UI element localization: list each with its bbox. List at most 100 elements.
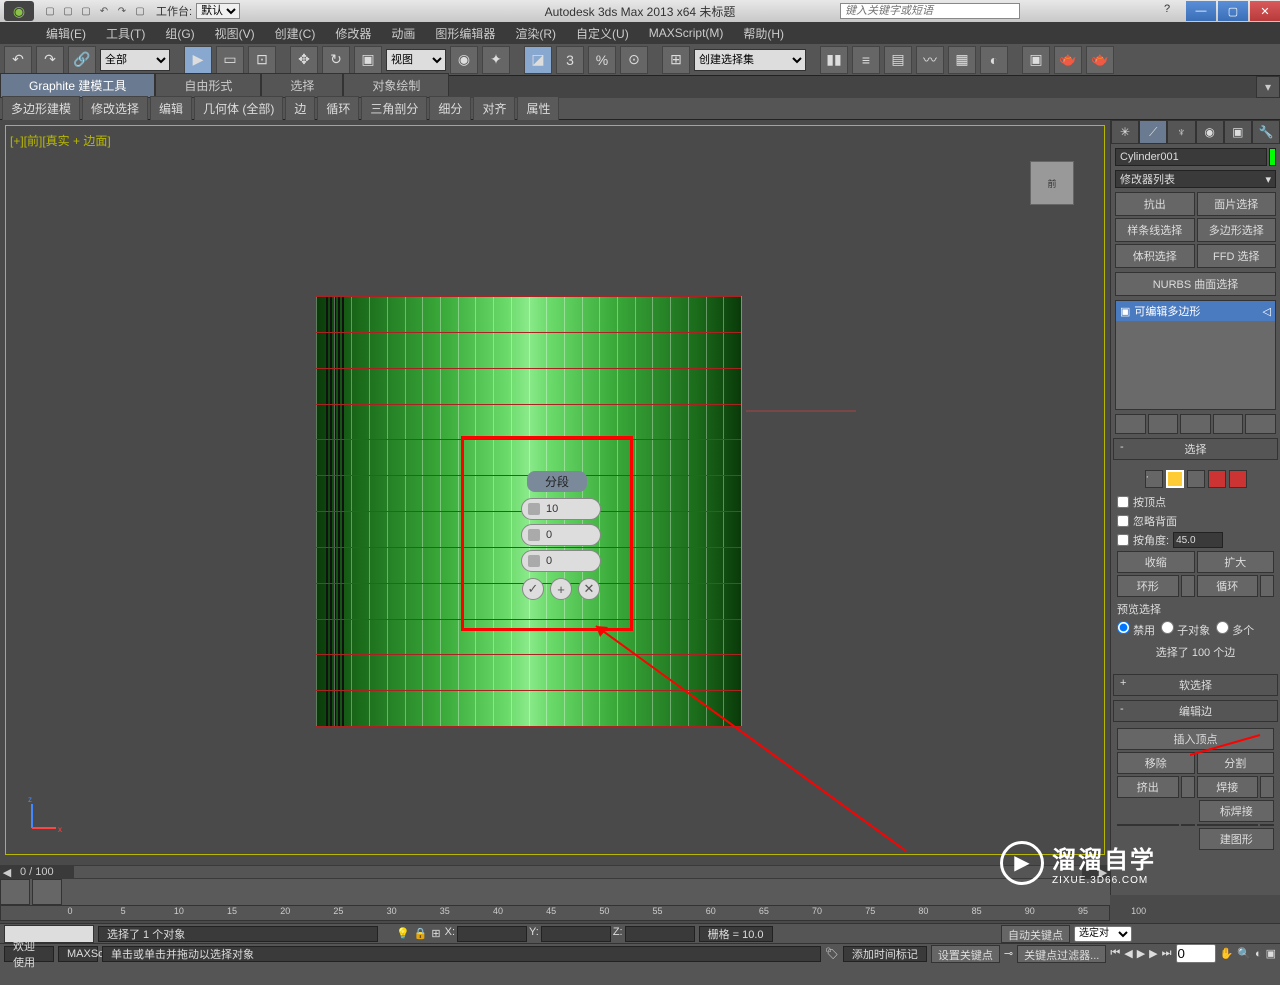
menu-animation[interactable]: 动画	[385, 23, 421, 44]
menu-help[interactable]: 帮助(H)	[737, 23, 790, 44]
percent-snap-button[interactable]: %	[588, 46, 616, 74]
refcoord-dropdown[interactable]: 视图	[386, 49, 446, 71]
named-selection-dropdown[interactable]: 创建选择集	[694, 49, 806, 71]
caddy-ok-button[interactable]: ✓	[522, 578, 544, 600]
tab-graphite[interactable]: Graphite 建模工具	[0, 73, 155, 98]
make-unique-button[interactable]	[1180, 414, 1211, 434]
tab-motion-icon[interactable]: ◉	[1196, 120, 1224, 144]
menu-view[interactable]: 视图(V)	[209, 23, 261, 44]
y-coord-input[interactable]	[541, 926, 611, 942]
open-icon[interactable]: ▢	[60, 3, 76, 19]
ribbon-collapse-icon[interactable]: ▾	[1256, 76, 1280, 98]
tab-create-icon[interactable]: ✳	[1111, 120, 1139, 144]
nav-pan-icon[interactable]: ✋	[1220, 947, 1234, 960]
pin-stack-button[interactable]	[1115, 414, 1146, 434]
grp-geometry[interactable]: 几何体 (全部)	[194, 96, 283, 121]
btn-vol-select[interactable]: 体积选择	[1115, 244, 1195, 268]
maxscript-label[interactable]: MAXSc	[58, 946, 98, 962]
grp-loops[interactable]: 循环	[317, 96, 359, 121]
caddy-field-3[interactable]: 0	[521, 550, 601, 572]
btn-spline-select[interactable]: 样条线选择	[1115, 218, 1195, 242]
menu-modifiers[interactable]: 修改器	[329, 23, 377, 44]
menu-render[interactable]: 渲染(R)	[509, 23, 562, 44]
btn-patch-select[interactable]: 面片选择	[1197, 192, 1277, 216]
tab-display-icon[interactable]: ▣	[1224, 120, 1252, 144]
menu-edit[interactable]: 编辑(E)	[40, 23, 92, 44]
modifier-stack[interactable]: ▣ 可编辑多边形 ◁	[1115, 300, 1276, 410]
show-result-button[interactable]	[1148, 414, 1179, 434]
schematic-button[interactable]: ▦	[948, 46, 976, 74]
caddy-field-2[interactable]: 0	[521, 524, 601, 546]
nav-max-icon[interactable]: ▣	[1266, 947, 1276, 960]
key-filters-button[interactable]: 关键点过滤器...	[1017, 945, 1106, 963]
minimize-button[interactable]: —	[1186, 1, 1216, 21]
help-search-input[interactable]	[840, 3, 1020, 19]
layers-button[interactable]: ▤	[884, 46, 912, 74]
spinner-snap-button[interactable]: ⊙	[620, 46, 648, 74]
vertex-mode-icon[interactable]: ·	[1145, 470, 1163, 488]
radio-subobj[interactable]: 子对象	[1161, 621, 1210, 638]
extrude-settings-icon[interactable]	[1181, 776, 1195, 798]
viewport-label[interactable]: [+][前][真实 + 边面]	[10, 132, 111, 149]
weld-button[interactable]: 焊接	[1197, 776, 1259, 798]
select-button[interactable]: ▶	[184, 46, 212, 74]
menu-grapheditors[interactable]: 图形编辑器	[429, 23, 501, 44]
render-frame-button[interactable]: 🫖	[1054, 46, 1082, 74]
object-name-input[interactable]	[1115, 148, 1267, 166]
viewcube[interactable]: 前	[1030, 161, 1074, 205]
snap-toggle-button[interactable]: ◪	[524, 46, 552, 74]
lock2-icon[interactable]: 🔒	[414, 927, 428, 940]
set-key-button[interactable]: 设置关键点	[931, 945, 1000, 963]
goto-end-icon[interactable]: ⏭	[1162, 947, 1172, 960]
scroll-left-icon[interactable]: ◀	[0, 866, 14, 879]
rollout-softsel-header[interactable]: +软选择	[1113, 674, 1278, 696]
named-sel-button[interactable]: ⊞	[662, 46, 690, 74]
poly-mode-icon[interactable]	[1208, 470, 1226, 488]
x-coord-input[interactable]	[457, 926, 527, 942]
tab-hierarchy-icon[interactable]: ♆	[1167, 120, 1195, 144]
render-setup-button[interactable]: ▣	[1022, 46, 1050, 74]
rollout-selection-header[interactable]: -选择	[1113, 438, 1278, 460]
app-logo-icon[interactable]: ◉	[4, 1, 34, 21]
manip-button[interactable]: ✦	[482, 46, 510, 74]
track-config-icon[interactable]	[0, 879, 30, 905]
configure-button[interactable]	[1245, 414, 1276, 434]
save-icon[interactable]: ▢	[78, 3, 94, 19]
menu-create[interactable]: 创建(C)	[269, 23, 322, 44]
border-mode-icon[interactable]	[1187, 470, 1205, 488]
btn-ffd-select[interactable]: FFD 选择	[1197, 244, 1277, 268]
object-color-swatch[interactable]	[1269, 148, 1276, 166]
btn-extrude[interactable]: 抗出	[1115, 192, 1195, 216]
btn-nurbs[interactable]: NURBS 曲面选择	[1115, 272, 1276, 296]
next-frame-icon[interactable]: ▶	[1149, 947, 1157, 960]
window-crossing-button[interactable]: ⊡	[248, 46, 276, 74]
scale-button[interactable]: ▣	[354, 46, 382, 74]
stack-item-editable-poly[interactable]: ▣ 可编辑多边形 ◁	[1116, 301, 1275, 321]
grp-poly-modeling[interactable]: 多边形建模	[2, 96, 80, 121]
selection-filter-dropdown[interactable]: 全部	[100, 49, 170, 71]
move-button[interactable]: ✥	[290, 46, 318, 74]
modifier-list-dropdown[interactable]: 修改器列表▾	[1115, 170, 1276, 188]
curve-editor-button[interactable]: 〰	[916, 46, 944, 74]
edge-mode-icon[interactable]	[1166, 470, 1184, 488]
grp-subdiv[interactable]: 细分	[429, 96, 471, 121]
expand-icon[interactable]: ▣	[1120, 305, 1130, 318]
grp-modify-sel[interactable]: 修改选择	[82, 96, 148, 121]
extrude-button[interactable]: 挤出	[1117, 776, 1179, 798]
radio-off[interactable]: 禁用	[1117, 621, 1155, 638]
by-angle-checkbox[interactable]	[1117, 534, 1129, 546]
add-time-tag[interactable]: 添加时间标记	[843, 946, 927, 962]
menu-customize[interactable]: 自定义(U)	[570, 23, 635, 44]
link-button[interactable]: 🔗	[68, 46, 96, 74]
current-frame-input[interactable]	[1176, 944, 1216, 963]
time-slider-track[interactable]	[74, 866, 1082, 878]
nav-orbit-icon[interactable]: ◐	[1255, 948, 1262, 960]
menu-maxscript[interactable]: MAXScript(M)	[643, 24, 730, 42]
rect-select-button[interactable]: ▭	[216, 46, 244, 74]
ignore-backface-checkbox[interactable]	[1117, 515, 1129, 527]
viewport-front[interactable]: 前 分段 10 0 0 ✓ + ✕	[5, 125, 1105, 855]
menu-tools[interactable]: 工具(T)	[100, 23, 151, 44]
grow-button[interactable]: 扩大	[1197, 551, 1275, 573]
new-icon[interactable]: ▢	[42, 3, 58, 19]
angle-snap-button[interactable]: 3	[556, 46, 584, 74]
